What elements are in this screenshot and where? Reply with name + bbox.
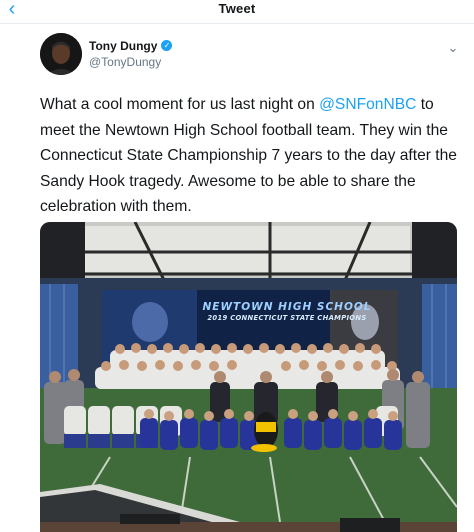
team-photo-illustration <box>40 222 457 532</box>
banner-title: NEWTOWN HIGH SCHOOL <box>202 301 372 313</box>
avatar[interactable] <box>40 33 82 75</box>
page-title: Tweet <box>218 1 256 16</box>
tweet-text: What a cool moment for us last night on … <box>40 92 465 220</box>
banner-subtitle: 2019 CONNECTICUT STATE CHAMPIONS <box>207 314 367 322</box>
tweet-photo[interactable]: NEWTOWN HIGH SCHOOL 2019 CONNECTICUT STA… <box>40 222 457 532</box>
author-name-text[interactable]: Tony Dungy <box>89 39 157 53</box>
mention-link[interactable]: @SNFonNBC <box>319 96 416 113</box>
author-handle[interactable]: @TonyDungy <box>89 55 161 69</box>
tweet-text-part-2: to meet the Newtown High School football… <box>40 96 457 215</box>
top-bar: ‹ Tweet <box>0 0 474 24</box>
verified-badge-icon: ✓ <box>161 40 173 52</box>
author-name[interactable]: Tony Dungy ✓ <box>89 39 173 53</box>
chevron-down-icon[interactable]: ⌄ <box>446 41 460 55</box>
tweet-text-part-1: What a cool moment for us last night on <box>40 96 320 113</box>
